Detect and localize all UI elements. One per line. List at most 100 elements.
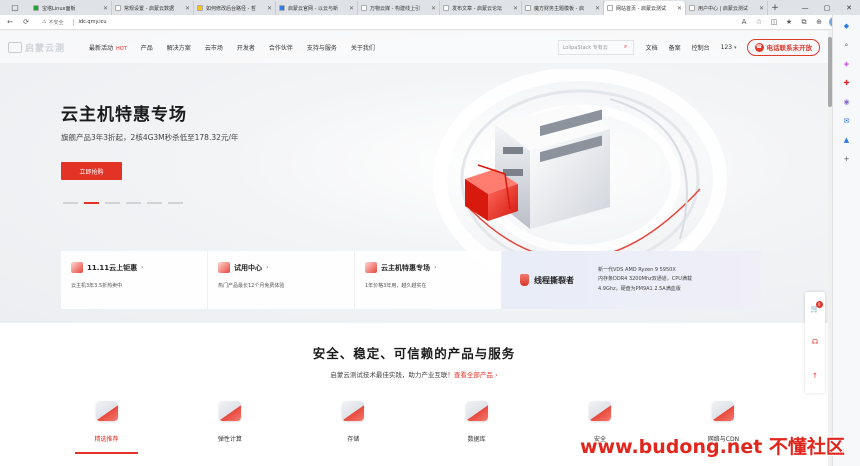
category-label: 数据库 <box>467 436 486 443</box>
carousel-dot[interactable] <box>84 202 99 204</box>
site-search-input[interactable]: LolipaStack 专有云 ⌕ <box>557 39 634 55</box>
promo-strip: 11.11云上钜惠 › 云主机3年3.5折热卖中 试用中心 › 热门产品最长12个月… <box>61 251 767 309</box>
tab-title: 宝塔Linux面板 <box>42 5 76 12</box>
console-link[interactable]: 控制台 <box>692 43 710 52</box>
browser-tab[interactable]: 常规设置 - 启蒙云数据 ✕ <box>112 1 194 15</box>
browser-tab[interactable]: 网站首页 - 启蒙云测试 ✕ <box>604 1 686 15</box>
heart-icon <box>365 262 377 273</box>
category-tab[interactable]: 存储 <box>322 401 385 443</box>
favorite-star-icon[interactable]: ☆ <box>754 17 764 27</box>
category-label: 弹性计算 <box>217 436 242 443</box>
promo-card-cvm-sale[interactable]: 云主机特惠专场 › 1年价格3年用，越久越实在 <box>355 251 502 309</box>
promo-card-1111[interactable]: 11.11云上钜惠 › 云主机3年3.5折热卖中 <box>61 251 208 309</box>
category-tab[interactable]: 精选推荐 <box>75 401 138 454</box>
carousel-dot[interactable] <box>105 202 120 204</box>
category-tab[interactable]: 弹性计算 <box>198 401 261 443</box>
carousel-dot[interactable] <box>126 202 141 204</box>
carousel-indicators <box>63 202 183 204</box>
nav-item[interactable]: 支持与服务 <box>307 43 337 52</box>
maximize-icon[interactable]: ▢ <box>816 0 838 15</box>
site-logo[interactable]: 启蒙云测 <box>8 41 65 54</box>
nav-item[interactable]: 解决方案 <box>167 43 191 52</box>
page-viewport: 启蒙云测 最新活动 HOT 产品 解决方案 云市场 开发者 合作伙伴 支持与服务 关于我们 Lo… <box>0 31 828 466</box>
icp-filing-link[interactable]: 备案 <box>669 43 681 52</box>
nav-item[interactable]: 开发者 <box>237 43 255 52</box>
section-title: 安全、稳定、可信赖的产品与服务 <box>312 346 516 361</box>
url-input[interactable]: ⚠ 不安全 idc.qmy.icu <box>42 17 732 28</box>
chevron-right-icon: › <box>494 371 498 379</box>
sidebar-copilot-icon[interactable]: ◆ <box>842 21 852 31</box>
sidebar-search-icon[interactable]: ⌕ <box>842 40 852 50</box>
tab-favicon-icon <box>689 5 695 11</box>
promo-card-trial[interactable]: 试用中心 › 热门产品最长12个月免费体验 <box>208 251 355 309</box>
browser-tab[interactable]: 魔方财务主题模板 - 启 ✕ <box>522 1 604 15</box>
favorites-icon[interactable]: ★ <box>784 17 794 27</box>
hotline-button[interactable]: ☎ 电话联系未开放 <box>746 38 820 56</box>
browser-tab[interactable]: 万物云媒 - 构建线上引 ✕ <box>358 1 440 15</box>
sidebar-shopping-icon[interactable]: ◈ <box>842 59 852 69</box>
user-menu[interactable]: 123 ▾ <box>721 44 737 51</box>
logo-text: 启蒙云测 <box>25 43 66 54</box>
category-label: 存储 <box>347 436 360 443</box>
carousel-dot[interactable] <box>63 202 78 204</box>
close-window-icon[interactable]: ✕ <box>838 0 860 15</box>
tab-close-icon[interactable]: ✕ <box>185 5 190 12</box>
sidebar-tools-icon[interactable]: ✚ <box>842 78 852 88</box>
tab-close-icon[interactable]: ✕ <box>759 5 764 12</box>
extensions-icon[interactable]: ⊕ <box>814 17 824 27</box>
tab-close-icon[interactable]: ✕ <box>349 5 354 12</box>
nav-item-label: 开发者 <box>236 44 255 52</box>
sidebar-drop-icon[interactable]: ▲ <box>842 135 852 145</box>
new-tab-button[interactable]: + <box>768 1 782 15</box>
nav-item[interactable]: 产品 <box>141 43 153 52</box>
hero-banner: 启蒙云测 最新活动 HOT 产品 解决方案 云市场 开发者 合作伙伴 支持与服务 关于我们 Lo… <box>0 31 828 323</box>
tab-close-icon[interactable]: ✕ <box>103 5 108 12</box>
section-subtitle-text: 启蒙云测试技术最佳实践，助力产业互联！ <box>330 371 454 379</box>
browser-tab[interactable]: 如何修改后台路径 - 哲 ✕ <box>194 1 276 15</box>
nav-item[interactable]: 合作伙伴 <box>269 43 293 52</box>
browser-tab[interactable]: 启蒙云官网 - 以云与新 ✕ <box>276 1 358 15</box>
reload-icon[interactable]: ⟳ <box>20 16 32 28</box>
nav-item[interactable]: 关于我们 <box>351 43 375 52</box>
nav-item-label: 关于我们 <box>350 44 375 52</box>
promo-big-line: 内存条DDR4 3200Mhz双通道，CPU满载 <box>598 276 692 283</box>
docs-link[interactable]: 文档 <box>646 43 658 52</box>
promo-card-threadripper[interactable]: 线程撕裂者 新一代VDS AMD Ryzen 9 5950X 内存条DDR4 3… <box>502 251 761 309</box>
promo-big-line: 4.9Ghz，硬盘为PM9A1 2.5A满血版 <box>598 285 681 292</box>
nav-item[interactable]: 最新活动 HOT <box>89 43 127 52</box>
hero-title: 云主机特惠专场 <box>61 105 187 125</box>
tab-close-icon[interactable]: ✕ <box>267 5 272 12</box>
browser-tab[interactable]: 宝塔Linux面板 ✕ <box>30 1 112 15</box>
tab-actions-icon[interactable]: ▢ <box>0 0 30 15</box>
split-screen-icon[interactable]: ◫ <box>769 17 779 27</box>
collections-icon[interactable]: ⧉ <box>799 17 809 27</box>
browser-tab[interactable]: 用户中心 | 启蒙云测试 ✕ <box>686 1 768 15</box>
not-secure-indicator[interactable]: ⚠ 不安全 <box>42 19 64 26</box>
all-products-link[interactable]: 查看全部产品 › <box>454 371 498 379</box>
back-to-top-icon[interactable]: ↑ <box>812 372 818 380</box>
tab-close-icon[interactable]: ✕ <box>595 5 600 12</box>
hot-badge: HOT <box>116 45 127 52</box>
section-subtitle: 启蒙云测试技术最佳实践，助力产业互联！查看全部产品 › <box>0 369 828 379</box>
buy-now-button[interactable]: 立即抢购 <box>61 162 122 180</box>
search-icon[interactable]: ⌕ <box>619 43 633 51</box>
sidebar-outlook-icon[interactable]: ✉ <box>842 116 852 126</box>
address-divider <box>72 18 74 26</box>
browser-tab[interactable]: 发布文章 - 启蒙云论坛 ✕ <box>440 1 522 15</box>
tab-close-icon[interactable]: ✕ <box>431 5 436 12</box>
sidebar-add-icon[interactable]: + <box>842 154 852 164</box>
minimize-icon[interactable]: — <box>794 0 816 15</box>
cart-icon[interactable]: 🛒 0 <box>811 300 823 313</box>
read-aloud-icon[interactable]: A <box>739 17 749 27</box>
back-icon[interactable]: ← <box>4 16 16 28</box>
logo-mark-icon <box>8 41 22 53</box>
sidebar-games-icon[interactable]: ◉ <box>842 97 852 107</box>
carousel-dot[interactable] <box>168 202 183 204</box>
category-tab[interactable]: 数据库 <box>445 401 508 443</box>
nav-item[interactable]: 云市场 <box>205 43 223 52</box>
tab-close-icon[interactable]: ✕ <box>513 5 518 12</box>
carousel-dot[interactable] <box>147 202 162 204</box>
tab-close-icon[interactable]: ✕ <box>677 5 682 12</box>
url-text: idc.qmy.icu <box>78 19 107 25</box>
headset-icon[interactable]: ☊ <box>812 338 818 346</box>
